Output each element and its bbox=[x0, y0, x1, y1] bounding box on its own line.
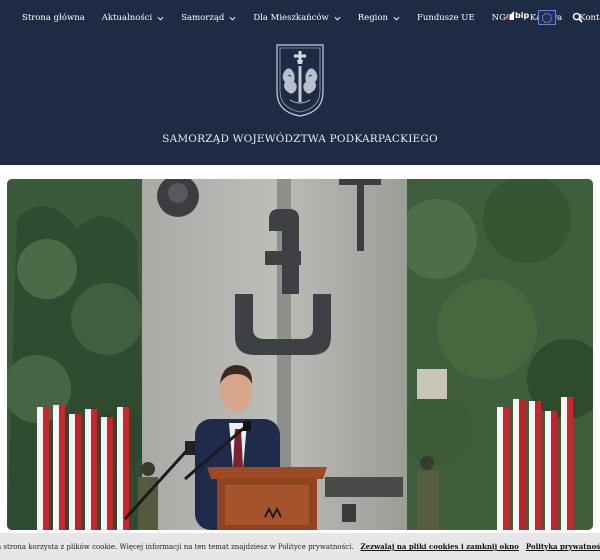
cookie-text: Ta strona korzysta z plików cookie. Więc… bbox=[0, 542, 354, 551]
cookie-bar: Ta strona korzysta z plików cookie. Więc… bbox=[0, 533, 600, 560]
nav-item-home[interactable]: Strona główna bbox=[22, 13, 85, 23]
nav-item-label: Strona główna bbox=[22, 13, 85, 23]
nav-item-label: Fundusze UE bbox=[416, 13, 475, 23]
coat-of-arms-icon[interactable] bbox=[274, 42, 326, 118]
accept-cookies-link[interactable]: Zezwalaj na pliki cookies i zamknij okno bbox=[361, 542, 519, 551]
hero-image[interactable] bbox=[7, 179, 593, 530]
privacy-policy-link[interactable]: Polityka prywatności bbox=[526, 542, 600, 551]
nav-item-label: Dla Mieszkańców bbox=[253, 13, 329, 23]
bip-label: bip bbox=[515, 11, 530, 20]
bip-icon bbox=[505, 11, 514, 20]
organization-name: SAMORZĄD WOJEWÓDZTWA PODKARPACKIEGO bbox=[162, 133, 438, 145]
nav-item-government[interactable]: Samorząd bbox=[181, 13, 236, 23]
nav-item-eu-funds[interactable]: Fundusze UE bbox=[417, 13, 475, 23]
chevron-down-icon bbox=[229, 16, 236, 21]
chevron-down-icon bbox=[157, 16, 164, 21]
chevron-down-icon bbox=[393, 16, 400, 21]
ceremony-photo bbox=[7, 179, 593, 530]
site-header: Strona główna Aktualności Samorząd Dla M… bbox=[0, 0, 600, 165]
eu-flag-icon[interactable] bbox=[538, 10, 556, 25]
nav-item-label: Aktualności bbox=[101, 13, 153, 23]
nav-item-residents[interactable]: Dla Mieszkańców bbox=[253, 13, 341, 23]
nav-item-region[interactable]: Region bbox=[358, 13, 400, 23]
nav-item-label: Region bbox=[357, 13, 388, 23]
eu-stars-icon bbox=[541, 12, 553, 23]
search-icon[interactable] bbox=[572, 12, 583, 23]
chevron-down-icon bbox=[334, 16, 341, 21]
bip-link[interactable]: bip bbox=[505, 11, 529, 20]
nav-item-label: Samorząd bbox=[181, 13, 225, 23]
nav-item-news[interactable]: Aktualności bbox=[102, 13, 164, 23]
